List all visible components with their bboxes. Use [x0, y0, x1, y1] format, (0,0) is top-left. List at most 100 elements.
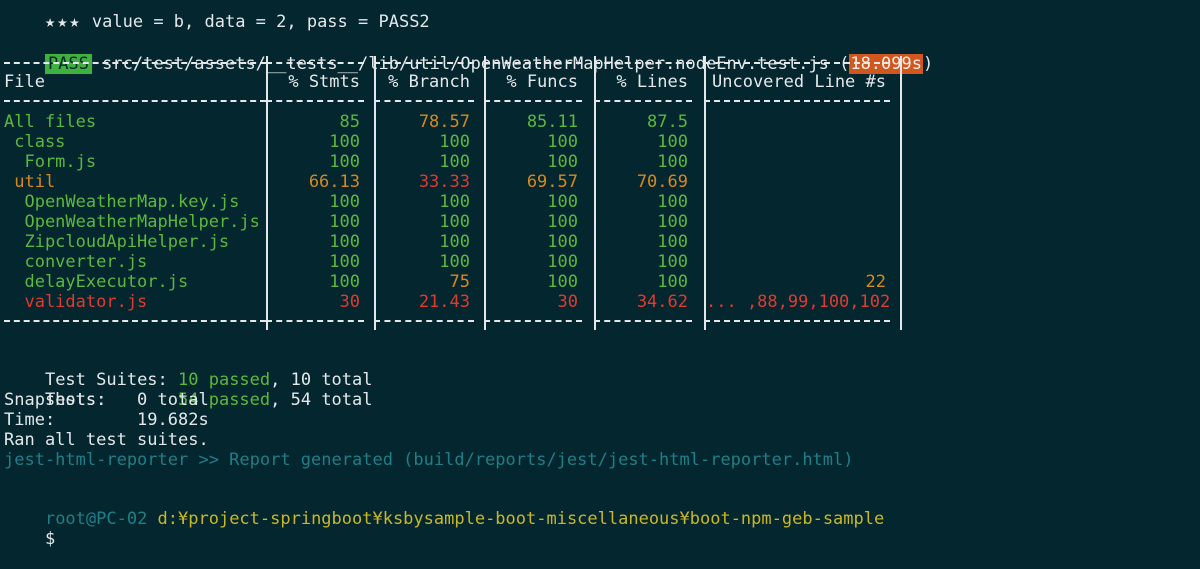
- table-separator-header: [484, 100, 582, 102]
- table-cell-uncovered: [706, 232, 886, 252]
- table-separator-header: [594, 100, 692, 102]
- table-separator-header: [704, 100, 890, 102]
- table-cell-funcs: 100: [547, 132, 578, 152]
- table-separator-top: [266, 62, 364, 64]
- table-cell-file: Form.js: [4, 152, 97, 172]
- table-cell-funcs: 100: [547, 212, 578, 232]
- summary-snapshots: Snapshots: 0 total: [4, 390, 209, 410]
- table-separator-top: [374, 62, 474, 64]
- table-cell-uncovered: [706, 212, 886, 232]
- table-separator-header: [266, 100, 364, 102]
- table-cell-stmts: 100: [329, 152, 360, 172]
- table-cell-funcs: 30: [557, 292, 578, 312]
- pass-badge: PASS: [44, 54, 92, 74]
- table-cell-funcs: 69.57: [526, 172, 578, 192]
- table-cell-lines: 100: [657, 152, 688, 172]
- table-cell-uncovered: [706, 132, 886, 152]
- table-cell-lines: 34.62: [636, 292, 688, 312]
- table-cell-stmts: 100: [329, 272, 360, 292]
- table-separator-bottom: [266, 320, 364, 322]
- table-cell-branch: 75: [449, 272, 470, 292]
- table-cell-branch: 78.57: [418, 112, 470, 132]
- test-duration-badge: 18.099s: [849, 54, 923, 74]
- table-cell-uncovered: ... ,88,99,100,102: [706, 292, 891, 312]
- shell-prompt: root@PC-02 d:¥project-springboot¥ksbysam…: [4, 489, 884, 529]
- table-cell-file: util: [4, 172, 56, 192]
- table-cell-uncovered: [706, 152, 886, 172]
- table-cell-branch: 33.33: [418, 172, 470, 192]
- table-cell-file: All files: [4, 112, 97, 132]
- table-cell-file: delayExecutor.js: [4, 272, 189, 292]
- table-cell-funcs: 85.11: [526, 112, 578, 132]
- table-separator-header: [4, 100, 266, 102]
- table-cell-stmts: 30: [339, 292, 360, 312]
- table-cell-branch: 21.43: [418, 292, 470, 312]
- table-cell-stmts: 100: [329, 132, 360, 152]
- table-separator-bottom: [484, 320, 582, 322]
- summary-test-suites: Test Suites: 10 passed, 10 total: [4, 350, 373, 390]
- table-cell-stmts: 100: [329, 232, 360, 252]
- table-cell-branch: 100: [439, 252, 470, 272]
- table-separator-top: [704, 62, 890, 64]
- table-cell-file: OpenWeatherMapHelper.js: [4, 212, 260, 232]
- tests-total: , 54 total: [270, 390, 373, 410]
- table-cell-branch: 100: [439, 152, 470, 172]
- table-cell-funcs: 100: [547, 152, 578, 172]
- table-cell-stmts: 100: [329, 212, 360, 232]
- table-cell-uncovered: 22: [865, 272, 886, 292]
- table-header-stmts: % Stmts: [288, 72, 360, 92]
- table-separator-bottom: [704, 320, 890, 322]
- table-cell-lines: 100: [657, 252, 688, 272]
- table-separator-top: [594, 62, 692, 64]
- table-cell-branch: 100: [439, 232, 470, 252]
- table-cell-lines: 100: [657, 272, 688, 292]
- table-cell-file: OpenWeatherMap.key.js: [4, 192, 240, 212]
- prompt-user-host: root@PC-02: [44, 509, 148, 529]
- terminal-window[interactable]: ★★★ value = b, data = 2, pass = PASS2 PA…: [0, 0, 1200, 549]
- table-cell-funcs: 100: [547, 192, 578, 212]
- table-cell-branch: 100: [439, 212, 470, 232]
- reporter-line: jest-html-reporter >> Report generated (…: [4, 450, 854, 470]
- table-cell-uncovered: [706, 172, 886, 192]
- previous-output-line: ★★★ value = b, data = 2, pass = PASS2: [4, 0, 430, 32]
- table-separator-bottom: [594, 320, 692, 322]
- previous-output-text: value = b, data = 2, pass = PASS2: [81, 12, 430, 32]
- table-cell-stmts: 85: [339, 112, 360, 132]
- table-cell-branch: 100: [439, 132, 470, 152]
- prompt-symbol: $: [44, 529, 56, 549]
- table-separator-top: [4, 62, 266, 64]
- table-cell-lines: 70.69: [636, 172, 688, 192]
- test-file-path: src/test/assets/__tests__/lib/util/OpenW…: [102, 54, 829, 74]
- table-cell-uncovered: [706, 192, 886, 212]
- table-cell-file: class: [4, 132, 66, 152]
- summary-ran: Ran all test suites.: [4, 430, 209, 450]
- table-cell-lines: 100: [657, 132, 688, 152]
- table-header-funcs: % Funcs: [506, 72, 578, 92]
- table-separator-top: [484, 62, 582, 64]
- table-separator-header: [374, 100, 474, 102]
- table-cell-funcs: 100: [547, 252, 578, 272]
- table-header-uncovered: Uncovered Line #s: [712, 72, 886, 92]
- prompt-path: d:¥project-springboot¥ksbysample-boot-mi…: [147, 509, 885, 529]
- table-cell-uncovered: [706, 112, 886, 132]
- table-cell-file: ZipcloudApiHelper.js: [4, 232, 230, 252]
- table-header-file: File: [4, 72, 45, 92]
- table-cell-file: converter.js: [4, 252, 148, 272]
- table-separator-bottom: [374, 320, 474, 322]
- table-cell-stmts: 100: [329, 192, 360, 212]
- table-cell-uncovered: [706, 252, 886, 272]
- table-cell-lines: 100: [657, 212, 688, 232]
- table-cell-funcs: 100: [547, 232, 578, 252]
- prompt-input-line[interactable]: $: [4, 509, 55, 549]
- table-cell-stmts: 100: [329, 252, 360, 272]
- table-cell-lines: 100: [657, 192, 688, 212]
- stars-icon: ★★★: [44, 12, 82, 32]
- table-cell-lines: 100: [657, 232, 688, 252]
- test-result-line: PASS src/test/assets/__tests__/lib/util/…: [4, 34, 933, 74]
- table-separator-bottom: [4, 320, 266, 322]
- table-cell-funcs: 100: [547, 272, 578, 292]
- summary-time: Time: 19.682s: [4, 410, 209, 430]
- table-column-divider: [900, 56, 902, 330]
- table-cell-stmts: 66.13: [308, 172, 360, 192]
- table-header-lines: % Lines: [616, 72, 688, 92]
